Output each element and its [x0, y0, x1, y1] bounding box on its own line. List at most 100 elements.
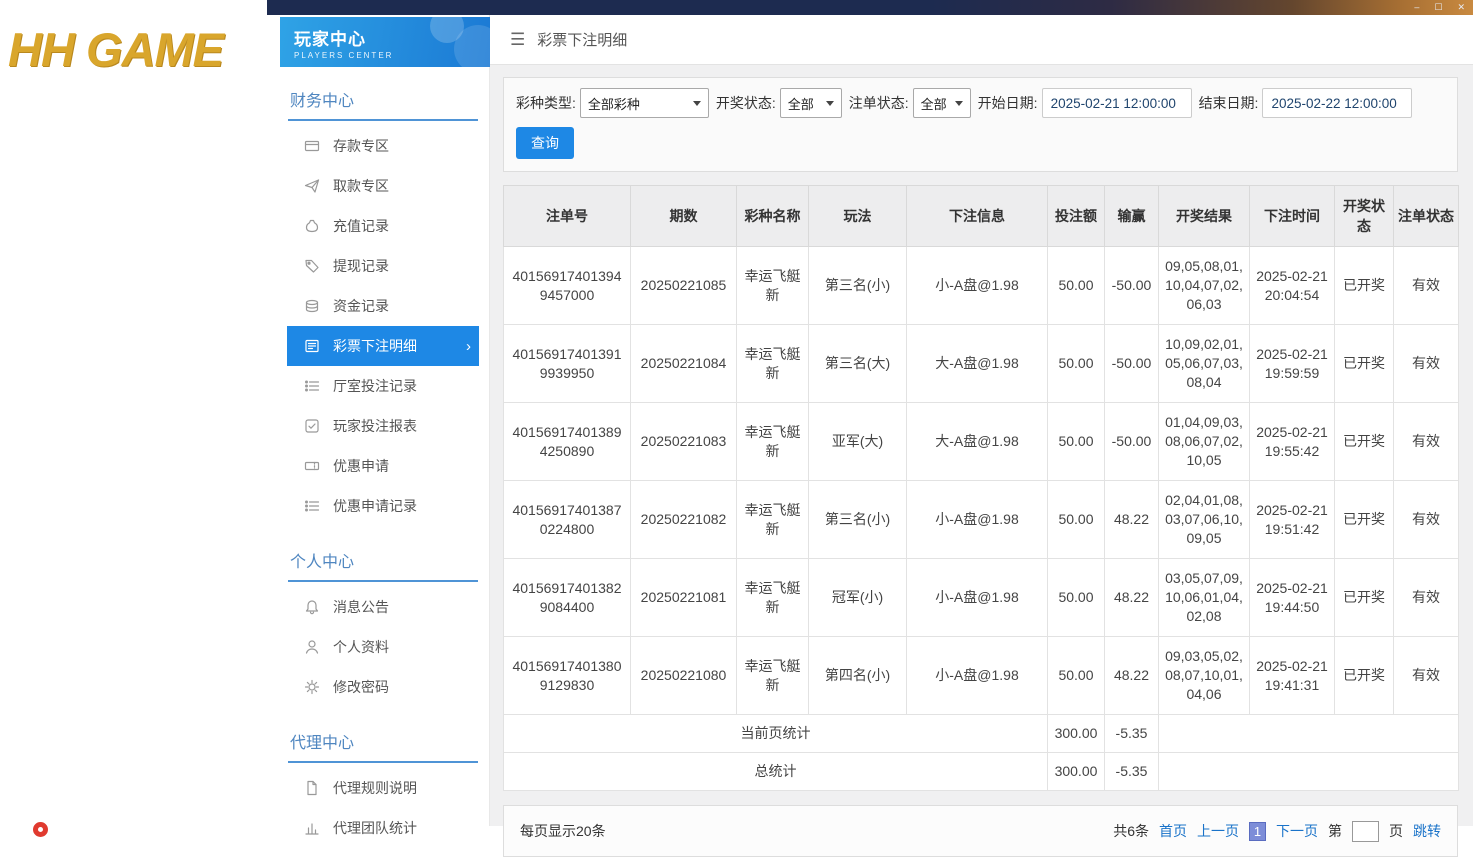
table-cell: 有效: [1393, 636, 1459, 715]
sidebar-item-profile[interactable]: 个人资料: [287, 627, 479, 667]
table-cell: 20250221083: [630, 402, 737, 481]
start-date-input[interactable]: [1041, 88, 1192, 118]
sidebar-item-label: 存款专区: [333, 138, 389, 154]
table-cell: 第三名(小): [808, 246, 907, 325]
sidebar-item-promo-apply[interactable]: 优惠申请: [287, 446, 479, 486]
table-cell: 大-A盘@1.98: [906, 324, 1048, 403]
current-page-summary-row: 当前页统计 300.00 -5.35: [503, 714, 1459, 753]
summary-label: 当前页统计: [503, 714, 1048, 753]
filter-button-row: 查询: [516, 127, 1445, 159]
lottery-type-select[interactable]: 全部彩种: [579, 88, 709, 118]
sidebar-item-label: 消息公告: [333, 599, 389, 615]
red-logo-fragment: [33, 822, 48, 837]
sidebar-item-label: 个人资料: [333, 639, 389, 655]
sidebar-item-recharge-record[interactable]: 充值记录: [287, 206, 479, 246]
sidebar-item-announcements[interactable]: 消息公告: [287, 587, 479, 627]
table-cell: 03,05,07,09,10,06,01,04,02,08: [1158, 558, 1250, 637]
sidebar-item-label: 优惠申请: [333, 458, 389, 474]
prev-page-link[interactable]: 上一页: [1197, 821, 1239, 841]
gear-icon: [304, 679, 320, 695]
table-cell: 小-A盘@1.98: [906, 636, 1048, 715]
chevron-down-icon: [692, 100, 701, 106]
pagination-controls: 共6条 首页 上一页 1 下一页 第 页 跳转: [1113, 820, 1441, 842]
table-cell: 401569174013894250890: [503, 402, 631, 481]
bet-status-value: 全部: [920, 96, 947, 112]
sidebar-item-label: 充值记录: [333, 218, 389, 234]
table-cell: 有效: [1393, 246, 1459, 325]
page-size-text: 每页显示20条: [520, 823, 606, 839]
section-title-finance: 财务中心: [288, 82, 478, 121]
close-icon[interactable]: ✕: [1457, 0, 1465, 15]
column-header: 输赢: [1104, 185, 1159, 247]
current-page-indicator[interactable]: 1: [1249, 821, 1266, 841]
main-content: ☰ 彩票下注明细 彩种类型: 全部彩种 开奖状态: 全部 注单状态: 全部 开始…: [490, 15, 1473, 857]
table-cell: 20250221082: [630, 480, 737, 559]
section-title-agent: 代理中心: [288, 724, 478, 763]
table-cell: 幸运飞艇新: [736, 636, 809, 715]
chevron-right-icon: ›: [466, 337, 471, 355]
sidebar-item-agent-rules[interactable]: 代理规则说明: [287, 768, 479, 808]
sidebar-item-label: 取款专区: [333, 178, 389, 194]
table-cell: 48.22: [1104, 636, 1159, 715]
sidebar-item-agent-team-stats[interactable]: 代理团队统计: [287, 808, 479, 848]
sidebar-item-label: 彩票下注明细: [333, 338, 417, 354]
sidebar-item-deposit-zone[interactable]: 存款专区: [287, 126, 479, 166]
maximize-icon[interactable]: ☐: [1434, 0, 1442, 15]
bet-status-select[interactable]: 全部: [912, 88, 971, 118]
table-cell: 401569174013829084400: [503, 558, 631, 637]
table-cell: 20250221080: [630, 636, 737, 715]
total-count-text: 共6条: [1113, 823, 1149, 839]
end-date-input[interactable]: [1262, 88, 1413, 118]
table-cell: 有效: [1393, 324, 1459, 403]
sidebar-item-label: 玩家投注报表: [333, 418, 417, 434]
agent-menu: 代理规则说明 代理团队统计: [277, 763, 489, 850]
sidebar-item-promo-record[interactable]: 优惠申请记录: [287, 486, 479, 526]
players-center-subtitle: PLAYERS CENTER: [294, 51, 394, 60]
summary-empty-cell: [1158, 714, 1459, 753]
filter-row: 彩种类型: 全部彩种 开奖状态: 全部 注单状态: 全部 开始日期: 2025-…: [516, 88, 1445, 118]
jump-prefix-label: 第: [1328, 823, 1342, 839]
hall-bet-record-icon: [304, 378, 320, 394]
table-cell: 已开奖: [1334, 636, 1394, 715]
sidebar-item-funds-record[interactable]: 资金记录: [287, 286, 479, 326]
next-page-link[interactable]: 下一页: [1276, 821, 1318, 841]
recharge-record-icon: [304, 218, 320, 234]
sidebar-item-label: 优惠申请记录: [333, 498, 417, 514]
page-title: 彩票下注明细: [537, 32, 628, 49]
deposit-card-icon: [304, 138, 320, 154]
table-cell: 2025-02-21 20:04:54: [1249, 246, 1335, 325]
column-header: 开奖结果: [1158, 185, 1250, 247]
withdrawal-send-icon: [304, 178, 320, 194]
jump-suffix-label: 页: [1389, 823, 1403, 839]
table-cell: 2025-02-21 19:51:42: [1249, 480, 1335, 559]
players-center-header: 玩家中心 PLAYERS CENTER: [280, 17, 490, 67]
sidebar-item-lottery-bet-detail[interactable]: 彩票下注明细 ›: [287, 326, 479, 366]
minimize-icon[interactable]: –: [1414, 0, 1419, 15]
table-cell: 10,09,02,01,05,06,07,03,08,04: [1158, 324, 1250, 403]
sidebar-item-withdraw-record[interactable]: 提现记录: [287, 246, 479, 286]
bet-details-table: 注单号 期数 彩种名称 玩法 下注信息 投注额 输赢 开奖结果 下注时间 开奖状态 注单状态 401…: [503, 185, 1459, 791]
table-row: 401569174013809129830 20250221080 幸运飞艇新 第四名…: [503, 636, 1459, 715]
summary-bet-total: 300.00: [1047, 714, 1105, 753]
table-cell: 有效: [1393, 402, 1459, 481]
table-cell: 幸运飞艇新: [736, 246, 809, 325]
table-cell: 第三名(大): [808, 324, 907, 403]
finance-menu: 存款专区 取款专区 充值记录 提现记录 资金记录 彩票下注明细 › 厅室投注记录: [277, 121, 489, 528]
query-button[interactable]: 查询: [516, 127, 574, 159]
column-header: 投注额: [1047, 185, 1105, 247]
table-cell: 20250221084: [630, 324, 737, 403]
sidebar-item-player-bet-report[interactable]: 玩家投注报表: [287, 406, 479, 446]
table-cell: 幸运飞艇新: [736, 480, 809, 559]
table-row: 401569174013829084400 20250221081 幸运飞艇新 冠军(…: [503, 558, 1459, 637]
draw-status-value: 全部: [787, 96, 814, 112]
menu-toggle-icon[interactable]: ☰: [510, 30, 525, 50]
page-jump-input[interactable]: [1352, 820, 1379, 842]
jump-button[interactable]: 跳转: [1413, 821, 1441, 841]
sidebar-item-hall-bet-record[interactable]: 厅室投注记录: [287, 366, 479, 406]
sidebar-item-label: 厅室投注记录: [333, 378, 417, 394]
sidebar-item-withdrawal-zone[interactable]: 取款专区: [287, 166, 479, 206]
draw-status-select[interactable]: 全部: [779, 88, 842, 118]
first-page-link[interactable]: 首页: [1159, 821, 1187, 841]
sidebar-item-change-password[interactable]: 修改密码: [287, 667, 479, 707]
table-cell: 50.00: [1047, 636, 1105, 715]
